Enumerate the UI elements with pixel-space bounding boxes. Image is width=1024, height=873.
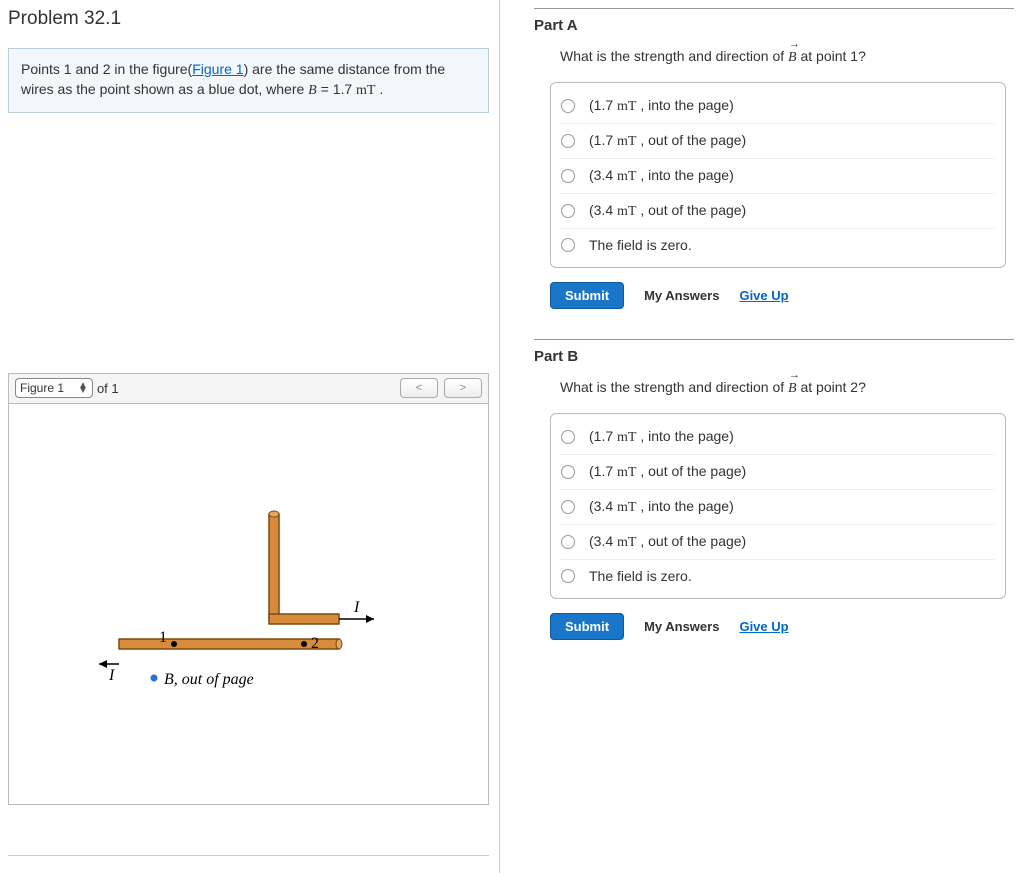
intro-unit: mT xyxy=(356,83,375,98)
label-I-top: I xyxy=(353,599,360,616)
choice-text: (1.7 mT , out of the page) xyxy=(589,132,746,150)
radio-icon[interactable] xyxy=(561,535,575,549)
problem-intro: Points 1 and 2 in the figure(Figure 1) a… xyxy=(8,48,489,113)
part-b-title: Part B xyxy=(534,348,1014,365)
choice-row[interactable]: (3.4 mT , into the page) xyxy=(561,158,995,193)
part-a-divider xyxy=(534,8,1014,9)
choice-row[interactable]: (3.4 mT , out of the page) xyxy=(561,193,995,228)
choice-row[interactable]: (3.4 mT , into the page) xyxy=(561,489,995,524)
figure-dropdown[interactable]: Figure 1 ▲▼ xyxy=(15,378,93,398)
choice-row[interactable]: (1.7 mT , out of the page) xyxy=(561,454,995,489)
intro-eq: = 1.7 xyxy=(317,81,356,97)
part-b-question: What is the strength and direction of B … xyxy=(560,379,1014,397)
choice-row[interactable]: (1.7 mT , into the page) xyxy=(561,89,995,123)
radio-icon[interactable] xyxy=(561,238,575,252)
my-answers-link[interactable]: My Answers xyxy=(644,288,719,303)
figure-header: Figure 1 ▲▼ of 1 < > xyxy=(9,374,488,404)
give-up-link[interactable]: Give Up xyxy=(739,288,788,303)
choice-text: (1.7 mT , into the page) xyxy=(589,428,734,446)
choice-text: The field is zero. xyxy=(589,568,692,584)
figure-panel: Figure 1 ▲▼ of 1 < > xyxy=(8,373,489,805)
choice-row[interactable]: (1.7 mT , out of the page) xyxy=(561,123,995,158)
choice-row[interactable]: The field is zero. xyxy=(561,228,995,261)
intro-B: B xyxy=(308,83,317,98)
vector-b-icon: B xyxy=(788,50,797,65)
figure-prev-button[interactable]: < xyxy=(400,378,438,398)
choice-text: (3.4 mT , into the page) xyxy=(589,167,734,185)
label-point-1: 1 xyxy=(159,629,167,646)
problem-title: Problem 32.1 xyxy=(8,8,489,30)
radio-icon[interactable] xyxy=(561,134,575,148)
choice-row[interactable]: The field is zero. xyxy=(561,559,995,592)
radio-icon[interactable] xyxy=(561,204,575,218)
submit-button[interactable]: Submit xyxy=(550,613,624,640)
part-b-divider xyxy=(534,339,1014,340)
radio-icon[interactable] xyxy=(561,169,575,183)
give-up-link[interactable]: Give Up xyxy=(739,619,788,634)
part-a-title: Part A xyxy=(534,17,1014,34)
radio-icon[interactable] xyxy=(561,465,575,479)
choice-row[interactable]: (1.7 mT , into the page) xyxy=(561,420,995,454)
part-a-choices: (1.7 mT , into the page) (1.7 mT , out o… xyxy=(550,82,1006,268)
dropdown-arrows-icon: ▲▼ xyxy=(78,383,88,393)
figure-next-button[interactable]: > xyxy=(444,378,482,398)
label-point-2: 2 xyxy=(311,635,319,652)
radio-icon[interactable] xyxy=(561,569,575,583)
my-answers-link[interactable]: My Answers xyxy=(644,619,719,634)
choice-text: The field is zero. xyxy=(589,237,692,253)
figure-of-text: of 1 xyxy=(97,381,119,396)
choice-text: (3.4 mT , out of the page) xyxy=(589,533,746,551)
figure-link[interactable]: Figure 1 xyxy=(192,61,243,77)
radio-icon[interactable] xyxy=(561,99,575,113)
figure-body: I I 1 2 B, out of page xyxy=(9,404,488,804)
choice-text: (3.4 mT , out of the page) xyxy=(589,202,746,220)
choice-text: (1.7 mT , out of the page) xyxy=(589,463,746,481)
choice-text: (3.4 mT , into the page) xyxy=(589,498,734,516)
choice-text: (1.7 mT , into the page) xyxy=(589,97,734,115)
intro-end: . xyxy=(376,81,384,97)
part-b-choices: (1.7 mT , into the page) (1.7 mT , out o… xyxy=(550,413,1006,599)
figure-diagram: I I 1 2 B, out of page xyxy=(99,494,409,724)
label-I-left: I xyxy=(108,667,115,684)
label-B-out: B, out of page xyxy=(164,671,254,688)
left-bottom-divider xyxy=(8,855,489,856)
vector-b-icon: B xyxy=(788,381,797,396)
radio-icon[interactable] xyxy=(561,430,575,444)
submit-button[interactable]: Submit xyxy=(550,282,624,309)
intro-text-pre: Points 1 and 2 in the figure( xyxy=(21,61,192,77)
choice-row[interactable]: (3.4 mT , out of the page) xyxy=(561,524,995,559)
figure-select-label: Figure 1 xyxy=(20,381,64,395)
part-a-question: What is the strength and direction of B … xyxy=(560,48,1014,66)
radio-icon[interactable] xyxy=(561,500,575,514)
